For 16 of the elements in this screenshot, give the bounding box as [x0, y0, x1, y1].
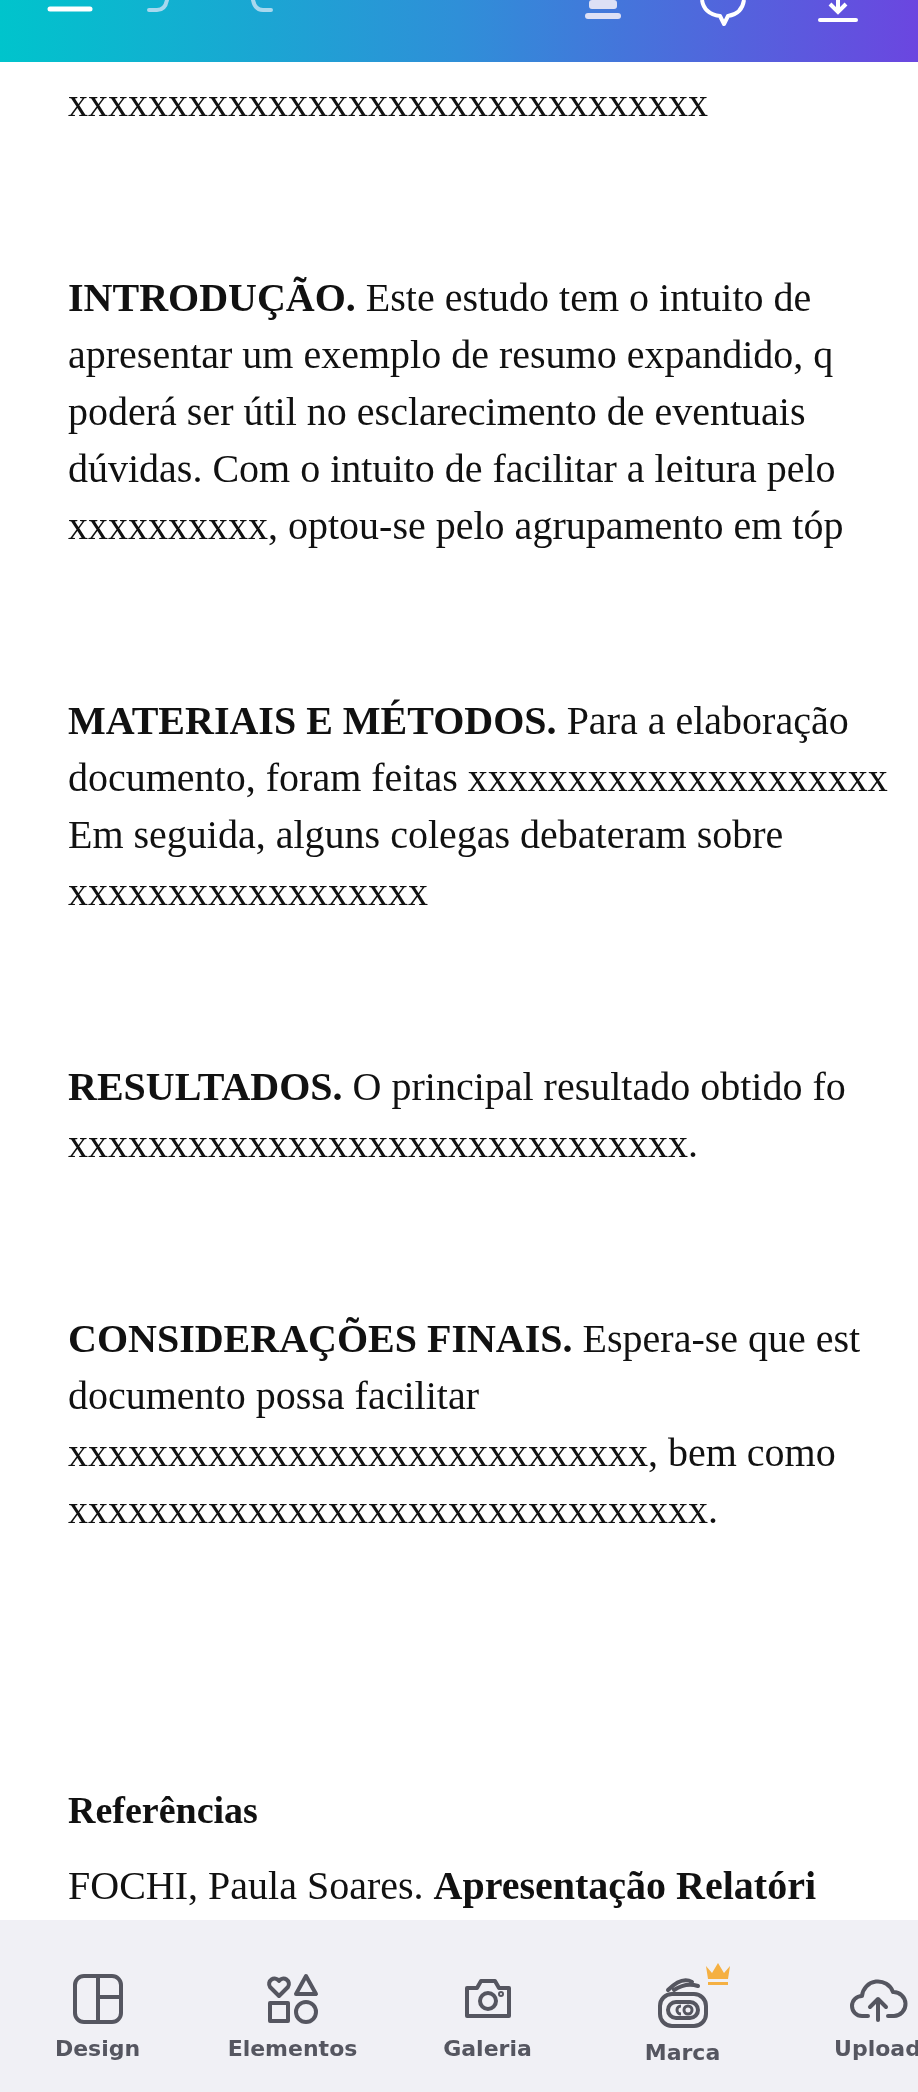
document-text-line: xxxxxxxxxxxxxxxxxxxxxxxxxxxxxxxx	[68, 79, 709, 127]
download-icon[interactable]	[816, 0, 860, 24]
references-heading: Referências	[68, 1788, 259, 1833]
paragraph: INTRODUÇÃO. Este estudo tem o intuito de apresentar um exemplo de resumo expandido, q poderá ser útil no esclarecimento de eventuais dúvidas. Com o intuito de facilitar a leitura pelo xxxxxxxxxx, optou-se pelo agrupamento em tóp	[68, 274, 845, 550]
comment-icon[interactable]	[698, 0, 748, 26]
reference-entry: FOCHI, Paula Soares. Apresentação Relatóri	[68, 1862, 818, 1910]
layout-icon	[70, 1972, 125, 2026]
shapes-icon	[265, 1972, 320, 2026]
paragraph: RESULTADOS. O principal resultado obtido fo xxxxxxxxxxxxxxxxxxxxxxxxxxxxxxx.	[68, 1063, 847, 1168]
nav-tab[interactable]: Galeria	[390, 1920, 585, 2092]
paragraph: MATERIAIS E MÉTODOS. Para a elaboração documento, foram feitas xxxxxxxxxxxxxxxxxxxxx Em seguida, alguns colegas debateram sobre xxxxxxxxxxxxxxxxxx	[68, 697, 889, 916]
nav-tab[interactable]: Design	[0, 1920, 195, 2092]
nav-tab[interactable]: Marca	[585, 1920, 780, 2092]
layers-icon[interactable]	[583, 0, 623, 22]
nav-tab[interactable]: Elementos	[195, 1920, 390, 2092]
paragraph: CONSIDERAÇÕES FINAIS. Espera-se que est documento possa facilitar xxxxxxxxxxxxxxxxxxxxxxxxxxxxx, bem como xxxxxxxxxxxxxxxxxxxxxxxxxxxxxxxx.	[68, 1315, 862, 1534]
